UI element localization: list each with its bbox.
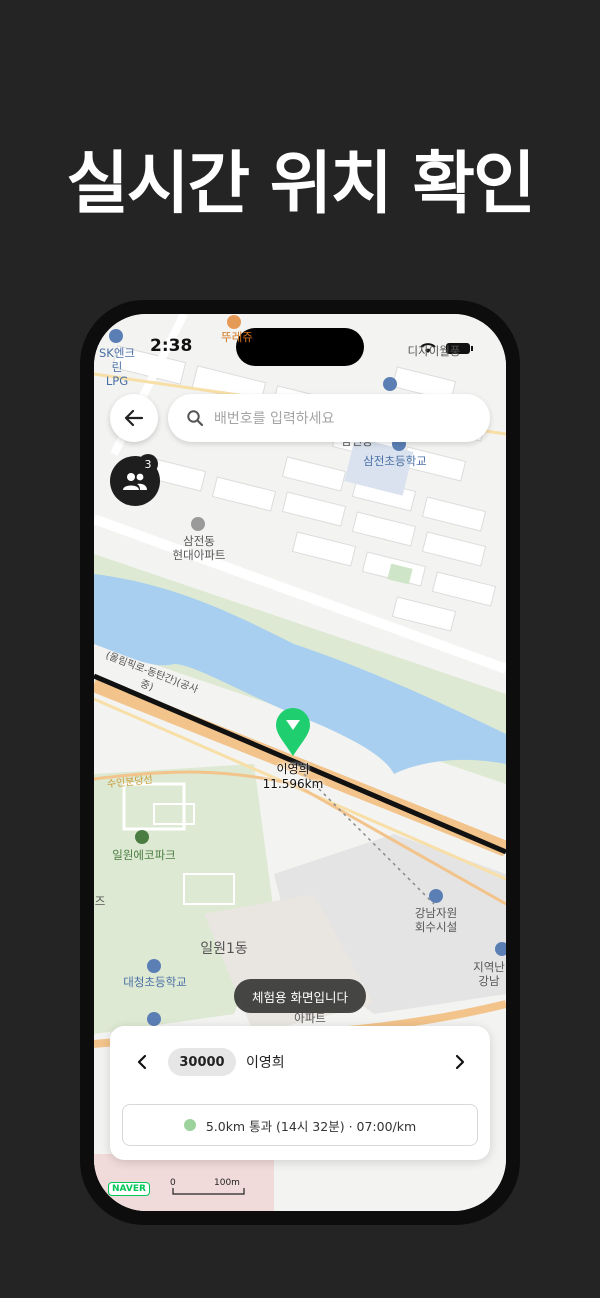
map-label-eco-park: 일원에코파크: [112, 848, 176, 862]
search-bar[interactable]: 배번호를 입력하세요: [168, 394, 490, 442]
bib-number: 30000: [168, 1048, 236, 1076]
map-label-gangnam-facility: 강남자원 회수시설: [414, 906, 458, 934]
map-label-edge: 즈: [94, 894, 106, 908]
scale-bar: [172, 1188, 245, 1195]
map-label-samjeon-apartment: 삼전동 현대아파트: [172, 534, 226, 562]
checkpoint-dot-icon: [183, 1119, 196, 1131]
checkpoint-status: 5.0km 통과 (14시 32분) · 07:00/km: [122, 1104, 478, 1146]
map-label-samjeon-elementary: 삼전초등학교: [363, 454, 427, 468]
prev-runner-button[interactable]: [132, 1050, 152, 1074]
runner-marker[interactable]: [274, 706, 312, 758]
back-button[interactable]: [110, 394, 158, 442]
map-label-irwon1dong: 일원1동: [200, 941, 248, 957]
map-label-region: 지역난 강남: [473, 960, 505, 988]
naver-logo: NAVER: [108, 1182, 150, 1196]
group-icon: [123, 473, 147, 490]
group-count-badge: 3: [138, 454, 158, 474]
chevron-right-icon: [455, 1054, 465, 1070]
chevron-left-icon: [137, 1054, 147, 1070]
scale-zero-label: 0: [170, 1178, 176, 1188]
headline: 실시간 위치 확인: [66, 145, 535, 224]
map-label-apartment: 아파트: [294, 1011, 326, 1025]
runner-marker-distance: 11.596km: [262, 777, 324, 791]
runner-info-panel: 30000 이영희 5.0km 통과 (14시 32분) · 07:00/km: [110, 1026, 490, 1160]
runner-marker-name: 이영희: [276, 762, 310, 776]
panel-runner-name: 이영희: [246, 1055, 285, 1071]
demo-toast: 체험용 화면입니다: [234, 979, 366, 1013]
phone-frame: 2:38 SK엔크린LPG 뚜레쥬 디자이월풍 삼전동 삼전초등학교 삼전동현대…: [80, 300, 520, 1225]
map-label-sk-lpg: SK엔크린 LPG: [98, 346, 135, 388]
map-label-bakery: 뚜레쥬: [221, 330, 253, 344]
runner-marker-label: 이영희 11.596km: [250, 762, 336, 792]
search-icon: [187, 410, 204, 427]
scale-distance-label: 100m: [214, 1178, 240, 1188]
phone-screen: 2:38 SK엔크린LPG 뚜레쥬 디자이월풍 삼전동 삼전초등학교 삼전동현대…: [94, 314, 506, 1211]
map-label-sign: 디자이월풍: [407, 344, 461, 358]
map-scale: 0 100m: [170, 1178, 250, 1198]
next-runner-button[interactable]: [450, 1050, 470, 1074]
map-label-daecheong-elementary: 대청초등학교: [123, 975, 187, 989]
checkpoint-text: 5.0km 통과 (14시 32분) · 07:00/km: [205, 1118, 417, 1134]
status-time: 2:38: [150, 336, 193, 356]
arrow-left-icon: [124, 409, 144, 427]
search-input[interactable]: 배번호를 입력하세요: [214, 408, 334, 428]
